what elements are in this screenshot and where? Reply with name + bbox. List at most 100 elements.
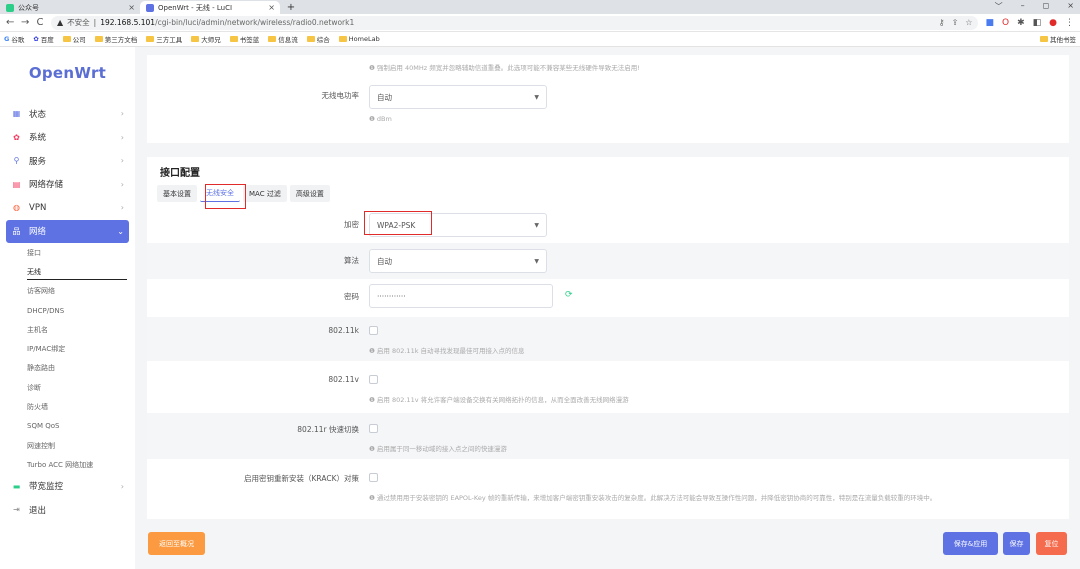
section-title: 接口配置 [160, 168, 200, 179]
submenu-speed-control[interactable]: 网速控制 [0, 436, 135, 455]
chevron-right-icon: › [120, 481, 124, 491]
bookmark-folder[interactable]: 公司 [62, 34, 86, 44]
share-icon[interactable]: ⇪ [952, 18, 959, 27]
minimize-button[interactable]: – [1021, 1, 1025, 12]
security-label[interactable]: 不安全 [67, 17, 90, 28]
browser-tab-openwrt[interactable]: OpenWrt - 无线 - LuCI × [140, 1, 280, 14]
key-icon[interactable]: ⚷ [939, 18, 945, 27]
submenu-firewall[interactable]: 防火墙 [0, 397, 135, 416]
profile-avatar[interactable]: ● [1049, 18, 1057, 28]
bookmark-other[interactable]: 其他书签 [1040, 34, 1076, 44]
address-bar[interactable]: ▲ 不安全 | 192.168.5.101/cgi-bin/luci/admin… [51, 15, 979, 30]
more-menu-icon[interactable]: ⋮ [1065, 18, 1074, 28]
key-input[interactable]: ············ [369, 284, 553, 308]
sidebar-item-services[interactable]: ⚲ 服务 › [0, 149, 135, 173]
form-row-80211r: 802.11r 快速切换 ❶ 启用属于同一移动域的接入点之间的快速漫游 [147, 413, 1069, 459]
highlight-box [205, 184, 246, 209]
submenu-ip-mac-binding[interactable]: IP/MAC绑定 [0, 339, 135, 358]
submenu-dhcp-dns[interactable]: DHCP/DNS [0, 301, 135, 320]
submenu-static-routes[interactable]: 静态路由 [0, 359, 135, 378]
openwrt-logo[interactable]: OpenWrt [0, 47, 135, 102]
save-apply-button[interactable]: 保存&应用 [943, 532, 998, 555]
cipher-label: 算法 [344, 256, 359, 265]
sidebar-item-logout[interactable]: ⇥ 退出 [0, 498, 135, 522]
sidebar-item-system[interactable]: ✿ 系统 › [0, 126, 135, 150]
encryption-label: 加密 [344, 220, 359, 229]
close-window-button[interactable]: × [1067, 1, 1074, 12]
tab-mac-filter[interactable]: MAC 过滤 [243, 185, 287, 202]
submenu-interfaces[interactable]: 接口 [0, 243, 135, 262]
chevron-right-icon: › [120, 132, 124, 142]
sidepanel-icon[interactable]: ◧ [1033, 18, 1042, 28]
bookmark-folder[interactable]: 书签蓝 [229, 34, 259, 44]
sidebar-item-status[interactable]: ▦ 状态 › [0, 102, 135, 126]
bookmark-baidu[interactable]: ✿ 百度 [33, 34, 53, 44]
form-row-txpower: 无线电功率 自动 ▼ ❶ dBm [147, 80, 1069, 143]
gear-icon: ✿ [13, 132, 20, 142]
star-icon[interactable]: ☆ [965, 18, 972, 27]
bookmark-folder[interactable]: 信息流 [268, 34, 298, 44]
reveal-password-icon[interactable]: ⟳ [565, 290, 573, 300]
submenu-turbo-acc[interactable]: Turbo ACC 网络加速 [0, 455, 135, 474]
submenu-guest-network[interactable]: 访客网络 [0, 282, 135, 301]
back-button[interactable]: ← [6, 17, 14, 28]
extensions-area: ■ O ✱ ◧ ● ⋮ [985, 18, 1074, 28]
back-to-overview-button[interactable]: 返回至概况 [148, 532, 205, 555]
cipher-select[interactable]: 自动 ▼ [369, 249, 547, 273]
sidebar-item-network[interactable]: 品网络 ⌄ [6, 219, 129, 243]
extension-icon[interactable]: ■ [985, 18, 994, 28]
krack-checkbox[interactable] [369, 473, 378, 482]
network-icon: 品 [12, 226, 21, 236]
submenu-wireless[interactable]: 无线 [0, 262, 135, 281]
txpower-unit: ❶ dBm [369, 115, 392, 123]
80211r-checkbox[interactable] [369, 424, 378, 433]
folder-icon [306, 36, 315, 42]
txpower-label: 无线电功率 [321, 91, 360, 100]
folder-icon [338, 36, 347, 42]
tab-close-icon[interactable]: × [128, 3, 135, 12]
warning-icon[interactable]: ▲ [57, 18, 63, 27]
bookmark-google[interactable]: G 谷歌 [4, 34, 24, 44]
url-path: /cgi-bin/luci/admin/network/wireless/rad… [155, 18, 355, 27]
sidebar-item-vpn[interactable]: ◍ VPN › [0, 196, 135, 220]
forward-button[interactable]: → [21, 17, 29, 28]
sidebar-item-nas[interactable]: ▤ 网络存储 › [0, 173, 135, 197]
bookmarks-bar: G 谷歌 ✿ 百度 公司 第三方文档 三方工具 大师兄 书签蓝 信息流 综合 Hom… [0, 32, 1080, 47]
tab-title: 公众号 [18, 3, 39, 12]
caret-down-icon: ▼ [534, 257, 539, 265]
chevron-right-icon: › [120, 179, 124, 189]
tab-basic[interactable]: 基本设置 [157, 185, 197, 202]
bookmark-folder[interactable]: HomeLab [338, 35, 380, 43]
bookmark-folder[interactable]: 综合 [306, 34, 330, 44]
form-row-encryption: 加密 WPA2-PSK ▼ [147, 207, 1069, 243]
80211v-checkbox[interactable] [369, 375, 378, 384]
bookmark-folder[interactable]: 第三方文档 [94, 34, 137, 44]
tab-title: OpenWrt - 无线 - LuCI [158, 3, 233, 12]
device-config-card: ❶ 强制启用 40MHz 频宽并忽略辅助信道重叠。此选项可能不兼容某些无线硬件导… [147, 55, 1069, 143]
maximize-button[interactable]: ◻ [1043, 1, 1050, 12]
folder-icon [146, 36, 155, 42]
opera-icon[interactable]: O [1002, 18, 1009, 28]
txpower-select[interactable]: 自动 ▼ [369, 85, 547, 109]
tab-search-icon[interactable]: ﹀ [995, 1, 1003, 12]
caret-down-icon: ▼ [534, 221, 539, 229]
submenu-diagnostics[interactable]: 诊断 [0, 378, 135, 397]
caret-down-icon: ▼ [534, 93, 539, 101]
form-row-80211v: 802.11v ❶ 启用 802.11v 将允许客户端设备交换有关网络拓扑的信息… [147, 361, 1069, 413]
puzzle-icon[interactable]: ✱ [1017, 18, 1025, 28]
80211k-checkbox[interactable] [369, 326, 378, 335]
browser-tab-wechat[interactable]: 公众号 × [0, 1, 140, 14]
80211r-help: ❶ 启用属于同一移动域的接入点之间的快速漫游 [369, 445, 507, 453]
sidebar-item-bandwidth-monitor[interactable]: ▬ 带宽监控 › [0, 475, 135, 499]
submenu-hostnames[interactable]: 主机名 [0, 320, 135, 339]
monitor-icon: ▬ [12, 481, 21, 491]
save-button[interactable]: 保存 [1003, 532, 1030, 555]
tab-close-icon[interactable]: × [268, 3, 275, 12]
reset-button[interactable]: 复位 [1036, 532, 1067, 555]
bookmark-folder[interactable]: 大师兄 [191, 34, 221, 44]
tab-advanced[interactable]: 高级设置 [289, 185, 330, 202]
bookmark-folder[interactable]: 三方工具 [146, 34, 182, 44]
submenu-sqm-qos[interactable]: SQM QoS [0, 417, 135, 436]
new-tab-button[interactable]: + [284, 2, 298, 14]
reload-button[interactable]: C [36, 17, 44, 28]
